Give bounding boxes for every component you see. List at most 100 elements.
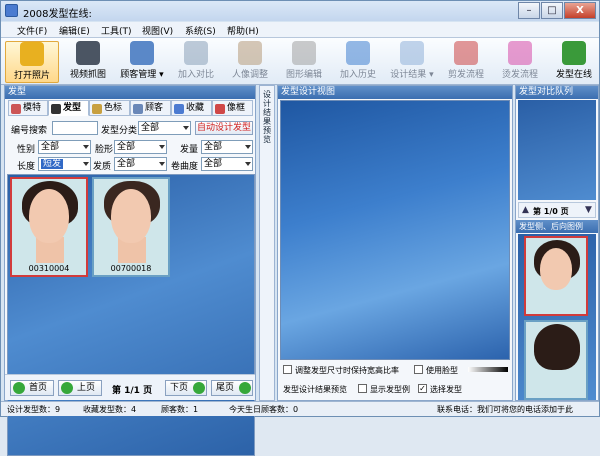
- show-example-checkbox[interactable]: [358, 384, 367, 393]
- chevron-down-icon: [159, 145, 165, 149]
- toolbar-button-scissors[interactable]: 剪发流程: [439, 41, 493, 83]
- online-icon: [562, 41, 586, 65]
- toolbar-button-history[interactable]: 加入历史: [331, 41, 385, 83]
- contact-info: 联系电话：我们可将您的电话添加于此: [437, 405, 573, 414]
- toolbar-button-perm[interactable]: 烫发流程: [493, 41, 547, 83]
- toolbar-label: 剪发流程: [447, 70, 484, 80]
- compare-prev-icon[interactable]: ▲: [522, 205, 529, 215]
- chevron-down-icon: [159, 162, 165, 166]
- filter-value: 全部: [204, 142, 223, 152]
- tab-customer[interactable]: 顾客: [130, 100, 171, 116]
- tab-model[interactable]: 模特: [8, 100, 48, 116]
- window-title: 2008发型在线:: [23, 9, 92, 20]
- camera-icon: [76, 41, 100, 65]
- toolbar-label: 加入历史: [339, 70, 376, 80]
- filter-volume-select[interactable]: 全部: [201, 140, 253, 154]
- filter-value: 短发: [41, 159, 64, 169]
- select-style-checkbox[interactable]: ✓: [418, 384, 427, 393]
- category-label: 发型分类: [101, 126, 138, 136]
- filter-texture-select[interactable]: 全部: [114, 157, 167, 171]
- thumbnail-code: 00700018: [110, 264, 152, 273]
- menu-edit[interactable]: 编辑(E): [59, 24, 90, 37]
- first-page-icon: [13, 382, 25, 394]
- sample-gallery: [518, 234, 596, 400]
- filter-value: 全部: [117, 159, 136, 169]
- last-page-label: 尾页: [216, 383, 235, 393]
- menu-help[interactable]: 帮助(H): [227, 24, 259, 37]
- hairstyle-thumbnail[interactable]: 00310004: [10, 177, 88, 277]
- tab-color-chart[interactable]: 色标: [89, 100, 130, 116]
- menu-tools[interactable]: 工具(T): [101, 24, 132, 37]
- toolbar-label: 加入对比: [177, 70, 214, 80]
- preview-splitter-tab[interactable]: 设计结果预览: [259, 85, 275, 401]
- filter-texture-label: 发质: [93, 162, 112, 172]
- toolbar-button-compare[interactable]: 加入对比: [169, 41, 223, 83]
- keep-ratio-label: 调整发型尺寸时保持宽高比率: [295, 366, 399, 375]
- toolbar-label: 烫发流程: [501, 70, 538, 80]
- compare-pager: ▲ 第 1/0 页 ▼: [518, 202, 596, 218]
- toolbar-button-customer[interactable]: 顾客管理 ▾: [115, 41, 169, 83]
- history-icon: [346, 41, 370, 65]
- filter-gender-select[interactable]: 全部: [38, 140, 91, 154]
- category-value: 全部: [141, 123, 160, 133]
- favorite-icon: [174, 104, 184, 114]
- chevron-down-icon: [245, 145, 251, 149]
- menu-file[interactable]: 文件(F): [17, 24, 47, 37]
- open-photo-icon: [20, 42, 44, 66]
- next-page-button[interactable]: 下页: [165, 380, 207, 396]
- first-page-button[interactable]: 首页: [10, 380, 54, 396]
- filter-gender-label: 性别: [17, 145, 36, 155]
- chevron-down-icon: [83, 162, 89, 166]
- birthday-count: 今天生日顾客数：0: [229, 405, 299, 414]
- hairstyle-panel: 发型 模特 发型 色标 顾客 收藏 像框 编号搜索 发型分类 全部 自动设计发型…: [4, 85, 256, 456]
- menu-view[interactable]: 视图(V): [142, 24, 173, 37]
- opacity-slider[interactable]: [468, 367, 508, 372]
- compare-icon: [184, 41, 208, 65]
- last-page-button[interactable]: 尾页: [211, 380, 253, 396]
- filter-face-label: 脸形: [95, 145, 114, 155]
- filter-curl-select[interactable]: 全部: [201, 157, 253, 171]
- filter-face-select[interactable]: 全部: [114, 140, 167, 154]
- maximize-button[interactable]: □: [541, 2, 563, 19]
- toolbar-button-graphic-edit[interactable]: 图形编辑: [277, 41, 331, 83]
- keep-ratio-checkbox[interactable]: [283, 365, 292, 374]
- tab-hairstyle[interactable]: 发型: [48, 100, 89, 116]
- minimize-button[interactable]: –: [518, 2, 540, 19]
- toolbar-label: 视频抓图: [69, 70, 106, 80]
- toolbar-button-camera[interactable]: 视频抓图: [61, 41, 115, 83]
- menu-system[interactable]: 系统(S): [185, 24, 216, 37]
- tab-frame[interactable]: 像框: [212, 100, 253, 116]
- hairstyle-thumbnail[interactable]: 00700018: [92, 177, 170, 277]
- show-example-label: 显示发型例: [370, 385, 410, 394]
- back-view-thumbnail[interactable]: [524, 320, 588, 400]
- side-view-thumbnail[interactable]: [524, 236, 588, 316]
- design-canvas[interactable]: [280, 100, 510, 360]
- menu-bar: 文件(F) 编辑(E) 工具(T) 视图(V) 系统(S) 帮助(H): [1, 22, 599, 38]
- compare-next-icon[interactable]: ▼: [585, 205, 592, 215]
- filter-length-select[interactable]: 短发: [38, 157, 91, 171]
- app-icon: [5, 4, 18, 17]
- search-input[interactable]: [52, 121, 98, 135]
- page-indicator: 第 1/1 页: [112, 386, 153, 396]
- use-face-checkbox[interactable]: [414, 365, 423, 374]
- next-page-icon: [193, 382, 205, 394]
- filter-volume-label: 发量: [180, 145, 199, 155]
- title-bar: 2008发型在线: – □ X: [1, 1, 599, 21]
- toolbar-button-portrait-adjust[interactable]: 人像调整: [223, 41, 277, 83]
- tab-label: 发型: [63, 103, 82, 113]
- compare-page-indicator: 第 1/0 页: [533, 207, 569, 216]
- frame-icon: [215, 104, 225, 114]
- gallery-pager: 首页 上页 第 1/1 页 下页 尾页: [5, 374, 255, 400]
- close-button[interactable]: X: [564, 2, 596, 19]
- auto-design-button[interactable]: 自动设计发型: [195, 121, 253, 135]
- toolbar-button-online[interactable]: 发型在线: [547, 41, 600, 83]
- compare-queue[interactable]: [518, 100, 596, 200]
- filter-value: 全部: [41, 142, 60, 152]
- toolbar-button-open-photo[interactable]: 打开照片: [5, 41, 59, 83]
- category-select[interactable]: 全部: [138, 121, 191, 135]
- portrait-face: [29, 189, 69, 243]
- toolbar-button-result[interactable]: 设计结果 ▾: [385, 41, 439, 83]
- prev-page-button[interactable]: 上页: [58, 380, 102, 396]
- tab-favorite[interactable]: 收藏: [171, 100, 212, 116]
- design-count: 设计发型数：9: [7, 405, 61, 414]
